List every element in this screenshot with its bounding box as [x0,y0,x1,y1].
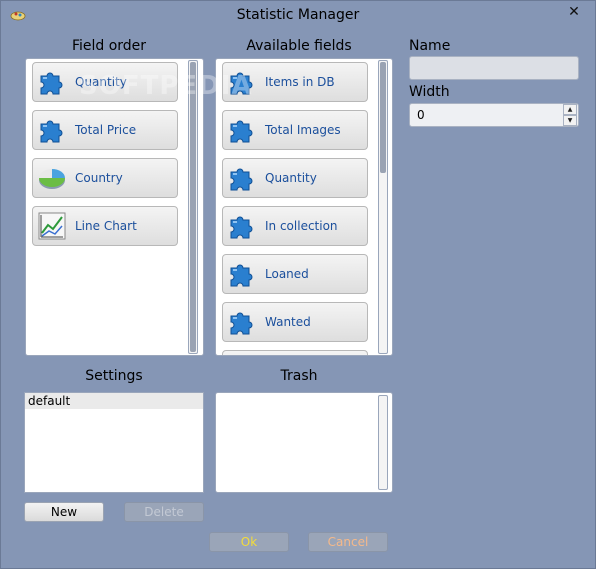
available-fields-list[interactable]: Items in DB Total Images Quantity In collec… [215,58,393,356]
available-field-item-label: Quantity [265,171,317,185]
width-input[interactable]: 0 [409,103,579,127]
settings-item-default[interactable]: default [25,393,203,409]
name-input[interactable] [409,56,579,80]
pie-chart-icon [37,163,67,193]
width-spinner[interactable]: ▲ ▼ [563,104,577,126]
available-field-item[interactable]: Wanted [222,302,368,342]
available-field-item-label: Loaned [265,267,309,281]
trash-list[interactable] [215,392,393,493]
delete-button[interactable]: Delete [124,502,204,522]
puzzle-icon [227,307,257,337]
line-chart-icon [37,211,67,241]
available-field-item[interactable]: Quantity [222,158,368,198]
available-field-item-label: Items in DB [265,75,335,89]
available-fields-scrollbar[interactable] [378,60,388,354]
spin-up-icon[interactable]: ▲ [563,104,577,115]
title-bar: Statistic Manager ✕ [1,1,595,31]
window-title: Statistic Manager [236,7,360,23]
puzzle-icon [37,67,67,97]
field-order-heading: Field order [71,38,147,54]
field-order-list[interactable]: Quantity Total Price Country Line Chart [25,58,204,356]
available-fields-heading: Available fields [246,38,352,54]
trash-heading: Trash [280,368,318,384]
statistic-manager-window: Statistic Manager ✕ Field order Quantity… [0,0,596,569]
available-field-item[interactable]: In collection [222,206,368,246]
field-order-scroll-thumb[interactable] [190,62,196,352]
available-fields-scroll-thumb[interactable] [380,62,386,173]
field-order-item[interactable]: Line Chart [32,206,178,246]
name-label: Name [409,38,451,54]
field-order-scrollbar[interactable] [188,60,198,354]
available-field-item[interactable]: Loaned [222,254,368,294]
field-order-item-label: Country [75,171,123,185]
available-field-item-label: In collection [265,219,338,233]
new-button[interactable]: New [24,502,104,522]
cancel-button[interactable]: Cancel [308,532,388,552]
puzzle-icon [37,115,67,145]
close-icon: ✕ [568,4,580,20]
ok-button[interactable]: Ok [209,532,289,552]
available-field-item-label: Total Images [265,123,341,137]
available-field-item[interactable]: Total Images [222,110,368,150]
available-field-item[interactable]: Items in DB [222,62,368,102]
puzzle-icon [227,115,257,145]
close-button[interactable]: ✕ [557,2,591,22]
spin-down-icon[interactable]: ▼ [563,115,577,126]
trash-scrollbar[interactable] [378,395,388,490]
field-order-item[interactable]: Total Price [32,110,178,150]
settings-list[interactable]: default [24,392,204,493]
puzzle-icon [227,259,257,289]
puzzle-icon [227,163,257,193]
field-order-item[interactable]: Country [32,158,178,198]
puzzle-icon [227,211,257,241]
puzzle-icon [227,67,257,97]
settings-heading: Settings [85,368,143,384]
field-order-item-label: Line Chart [75,219,137,233]
available-field-item-label: Wanted [265,315,311,329]
field-order-item-label: Total Price [75,123,137,137]
width-label: Width [409,84,450,100]
field-order-item[interactable]: Quantity [32,62,178,102]
field-order-item-label: Quantity [75,75,127,89]
field-button-partial[interactable] [222,350,368,355]
